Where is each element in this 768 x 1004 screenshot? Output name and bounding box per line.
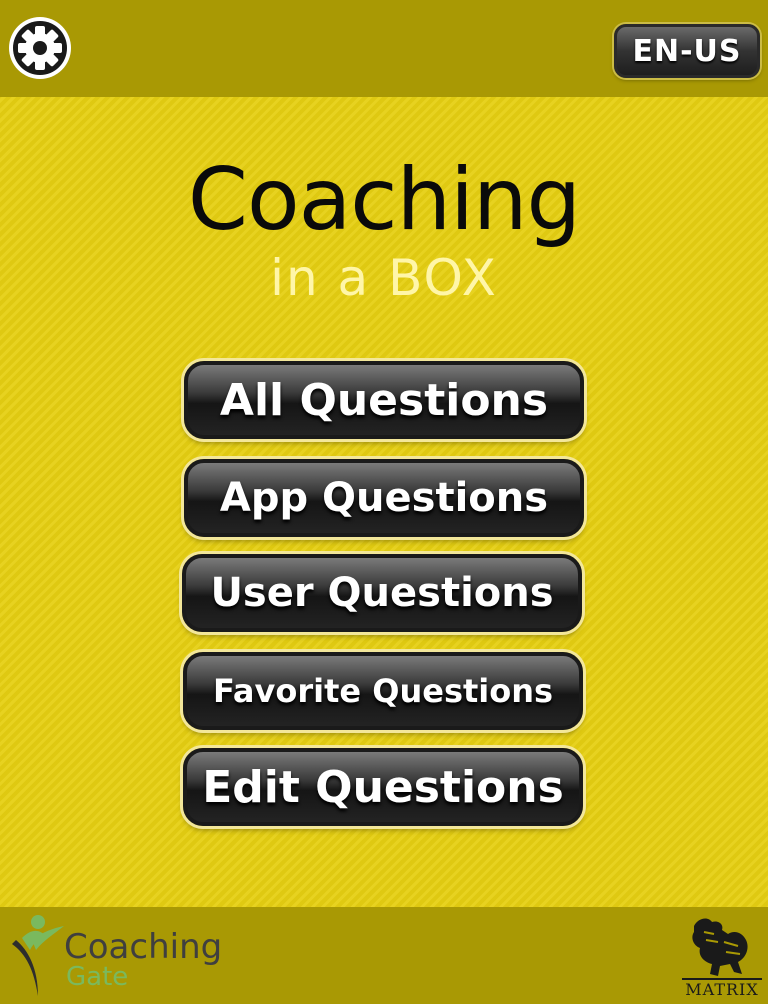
edit-questions-button[interactable]: Edit Questions (183, 748, 583, 826)
app-questions-button[interactable]: App Questions (184, 459, 584, 537)
top-bar: EN-US (0, 0, 768, 97)
app-subtitle: in a BOX (270, 249, 498, 307)
app-title: Coaching (187, 150, 581, 250)
favorite-questions-button[interactable]: Favorite Questions (183, 652, 583, 730)
language-button[interactable]: EN-US (614, 24, 760, 78)
settings-button[interactable] (8, 14, 72, 82)
coaching-gate-line1: Coaching (64, 927, 223, 967)
gear-icon (9, 17, 71, 79)
user-questions-button[interactable]: User Questions (182, 554, 582, 632)
coaching-gate-line2: Gate (66, 962, 129, 992)
matrix-label: MATRIX (682, 978, 762, 1000)
all-questions-button[interactable]: All Questions (184, 361, 584, 439)
